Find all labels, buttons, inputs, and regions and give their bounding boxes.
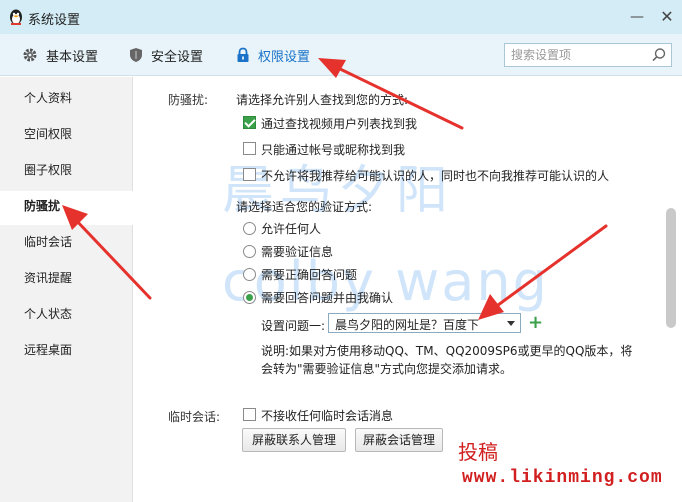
sidebar-item-profile[interactable]: 个人资料 [24, 89, 72, 106]
block-contacts-button[interactable]: 屏蔽联系人管理 [242, 428, 346, 452]
settings-toolbar: 基本设置 安全设置 权限设置 [0, 34, 682, 76]
search-box[interactable] [504, 43, 672, 67]
verify-correct-answer-label: 需要正确回答问题 [261, 268, 358, 282]
sidebar-item-anti-harassment[interactable]: 防骚扰 [24, 197, 60, 214]
find-option-account-only-label: 只能通过帐号或昵称找到我 [261, 143, 406, 157]
compat-note-line1: 说明:如果对方使用移动QQ、TM、QQ2009SP6或更早的QQ版本，将 [261, 344, 633, 358]
find-option-no-recommend-checkbox[interactable] [243, 168, 256, 181]
question-one-select[interactable]: 晨鸟夕阳的网址是？百度下 [328, 313, 521, 333]
compat-note-line2: 会转为"需要验证信息"方式向您提交添加请求。 [261, 362, 513, 376]
gear-icon [23, 48, 37, 62]
chevron-down-icon [507, 321, 515, 326]
verify-answer-confirm-label: 需要回答问题并由我确认 [261, 291, 394, 305]
settings-content: 防骚扰: 请选择允许别人查找到您的方式: 通过查找视频用户列表找到我 只能通过帐… [134, 77, 682, 502]
sidebar-item-space-permission[interactable]: 空间权限 [24, 125, 72, 142]
find-option-video-list-checkbox[interactable] [243, 116, 256, 129]
tab-security-settings[interactable]: 安全设置 [129, 44, 203, 66]
verify-correct-answer-radio[interactable] [243, 268, 256, 281]
sidebar-item-remote-desktop[interactable]: 远程桌面 [24, 341, 72, 358]
minimize-button[interactable]: — [626, 6, 648, 28]
window-title: 系统设置 [28, 13, 81, 28]
close-button[interactable]: ✕ [656, 6, 678, 28]
tab-permission-label: 权限设置 [258, 49, 311, 65]
sidebar: 个人资料 空间权限 圈子权限 防骚扰 临时会话 资讯提醒 个人状态 远程桌面 [0, 77, 133, 502]
verify-message-label: 需要验证信息 [261, 245, 334, 259]
sidebar-item-personal-status[interactable]: 个人状态 [24, 305, 72, 322]
tab-basic-label: 基本设置 [46, 49, 99, 65]
tab-security-label: 安全设置 [151, 49, 204, 65]
anti-harass-section-label: 防骚扰: [168, 93, 209, 107]
sidebar-active-highlight [0, 191, 133, 225]
sidebar-item-news-reminder[interactable]: 资讯提醒 [24, 269, 72, 286]
verify-method-prompt: 请选择适合您的验证方式: [236, 200, 373, 214]
verify-anyone-radio[interactable] [243, 222, 256, 235]
sidebar-item-circle-permission[interactable]: 圈子权限 [24, 161, 72, 178]
site-url-watermark: www.likinming.com [462, 468, 663, 488]
sidebar-item-temp-session[interactable]: 临时会话 [24, 233, 72, 250]
verify-anyone-label: 允许任何人 [261, 222, 322, 236]
shield-icon [130, 48, 142, 62]
temp-session-section-label: 临时会话: [168, 410, 221, 424]
reject-temp-session-label: 不接收任何临时会话消息 [261, 409, 394, 423]
question-one-label: 设置问题一: [261, 319, 326, 333]
add-question-button[interactable]: + [528, 312, 543, 333]
question-one-value: 晨鸟夕阳的网址是？百度下 [335, 318, 480, 332]
find-option-no-recommend-label: 不允许将我推荐给可能认识的人，同时也不向我推荐可能认识的人 [261, 169, 610, 183]
find-option-video-list-label: 通过查找视频用户列表找到我 [261, 117, 418, 131]
scrollbar-thumb[interactable] [666, 208, 676, 328]
verify-answer-confirm-radio[interactable] [243, 291, 256, 304]
penguin-icon [10, 9, 22, 25]
search-input[interactable] [505, 44, 645, 66]
tab-permission-settings[interactable]: 权限设置 [236, 44, 310, 66]
title-bar: 系统设置 — ✕ [0, 0, 682, 34]
find-method-prompt: 请选择允许别人查找到您的方式: [236, 93, 409, 107]
lock-icon [237, 47, 249, 62]
block-sessions-button[interactable]: 屏蔽会话管理 [355, 428, 443, 452]
tab-basic-settings[interactable]: 基本设置 [22, 44, 98, 66]
verify-message-radio[interactable] [243, 245, 256, 258]
tougao-stamp: 投稿 [458, 440, 498, 464]
reject-temp-session-checkbox[interactable] [243, 408, 256, 421]
find-option-account-only-checkbox[interactable] [243, 142, 256, 155]
search-icon[interactable] [651, 47, 667, 63]
